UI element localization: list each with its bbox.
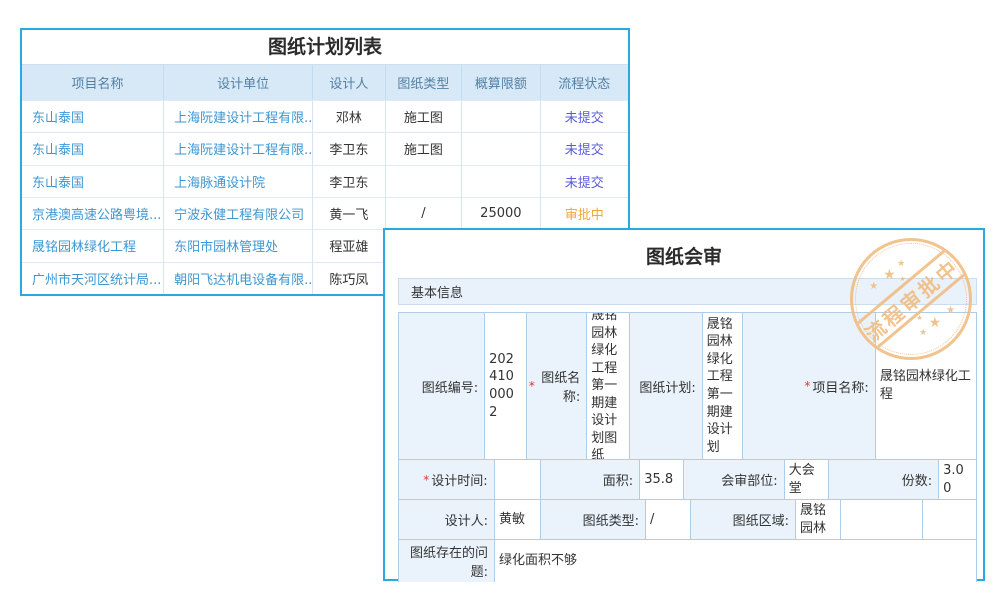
plan-designer-cell: 李卫东 (313, 133, 386, 164)
plan-drawing-type-cell: 施工图 (386, 101, 462, 132)
plan-budget-cell: 25000 (462, 198, 540, 229)
plan-org-link[interactable]: 上海阮建设计工程有限... (164, 133, 313, 164)
drawing-region-label: 图纸区域: (691, 500, 796, 540)
drawing-type-label: 图纸类型: (541, 500, 646, 540)
form-row: *设计时间: 面积: 35.8 会审部位: 大会堂 份数: 3.00 (399, 460, 976, 500)
copies-label: 份数: (829, 460, 940, 500)
plan-project-link[interactable]: 广州市天河区统计局... (22, 263, 164, 294)
plan-budget-cell (462, 166, 540, 197)
drawing-no-label: 图纸编号: (399, 313, 485, 460)
col-header-project: 项目名称 (22, 65, 164, 100)
table-row: 东山泰国 上海阮建设计工程有限... 邓林 施工图 未提交 (22, 100, 628, 132)
plan-project-link[interactable]: 晟铭园林绿化工程 (22, 230, 164, 261)
plan-project-link[interactable]: 东山泰国 (22, 133, 164, 164)
col-header-design-org: 设计单位 (164, 65, 313, 100)
plan-drawing-type-cell (386, 166, 462, 197)
plan-project-link[interactable]: 京港澳高速公路粤境... (22, 198, 164, 229)
project-name-value: 晟铭园林绿化工程 (876, 313, 976, 460)
plan-designer-cell: 李卫东 (313, 166, 386, 197)
design-time-label: *设计时间: (399, 460, 495, 500)
area-value: 35.8 (640, 460, 684, 500)
plan-status-link[interactable]: 未提交 (541, 166, 628, 197)
col-header-budget-limit: 概算限额 (462, 65, 540, 100)
plan-org-link[interactable]: 上海阮建设计工程有限... (164, 101, 313, 132)
review-title: 图纸会审 (385, 242, 983, 269)
plan-org-link[interactable]: 上海脉通设计院 (164, 166, 313, 197)
review-form-table: 图纸编号: 2024100002 *图纸名称: 晟铭园林绿化工程第一期建设计划图… (398, 312, 977, 582)
drawing-plan-label: 图纸计划: (630, 313, 703, 460)
project-name-label: *项目名称: (743, 313, 876, 460)
plan-status-link[interactable]: 未提交 (541, 101, 628, 132)
designer-label: 设计人: (399, 500, 495, 540)
col-header-flow-status: 流程状态 (541, 65, 628, 100)
plan-org-link[interactable]: 朝阳飞达机电设备有限... (164, 263, 313, 294)
plan-budget-cell (462, 101, 540, 132)
drawing-review-panel: 图纸会审 基本信息 图纸编号: 2024100002 *图纸名称: 晟铭园林绿化… (383, 228, 985, 581)
plan-project-link[interactable]: 东山泰国 (22, 166, 164, 197)
empty-cell (841, 500, 923, 540)
drawing-name-value: 晟铭园林绿化工程第一期建设计划图纸 (587, 313, 630, 460)
table-row: 东山泰国 上海阮建设计工程有限... 李卫东 施工图 未提交 (22, 132, 628, 164)
plan-table-header: 项目名称 设计单位 设计人 图纸类型 概算限额 流程状态 (22, 64, 628, 100)
basic-info-section-header: 基本信息 (398, 278, 977, 305)
plan-org-link[interactable]: 东阳市园林管理处 (164, 230, 313, 261)
plan-designer-cell: 黄一飞 (313, 198, 386, 229)
drawing-region-value: 晟铭园林 (796, 500, 841, 540)
table-row: 京港澳高速公路粤境... 宁波永健工程有限公司 黄一飞 / 25000 审批中 (22, 197, 628, 229)
table-row: 东山泰国 上海脉通设计院 李卫东 未提交 (22, 165, 628, 197)
copies-value: 3.00 (939, 460, 976, 500)
form-row: 图纸存在的问题: 绿化面积不够 (399, 540, 976, 582)
area-label: 面积: (541, 460, 641, 500)
drawing-name-label: *图纸名称: (527, 313, 587, 460)
plan-org-link[interactable]: 宁波永健工程有限公司 (164, 198, 313, 229)
problem-value: 绿化面积不够 (495, 540, 976, 582)
form-row: 设计人: 黄敏 图纸类型: / 图纸区域: 晟铭园林 (399, 500, 976, 540)
plan-status-link[interactable]: 审批中 (541, 198, 628, 229)
drawing-type-value: / (646, 500, 691, 540)
plan-designer-cell: 程亚雄 (313, 230, 386, 261)
plan-project-link[interactable]: 东山泰国 (22, 101, 164, 132)
plan-drawing-type-cell: 施工图 (386, 133, 462, 164)
col-header-drawing-type: 图纸类型 (386, 65, 462, 100)
required-asterisk: * (529, 379, 535, 393)
form-row: 图纸编号: 2024100002 *图纸名称: 晟铭园林绿化工程第一期建设计划图… (399, 313, 976, 460)
problem-label: 图纸存在的问题: (399, 540, 495, 582)
empty-cell (923, 500, 976, 540)
drawing-plan-value: 晟铭园林绿化工程第一期建设计划 (703, 313, 743, 460)
plan-designer-cell: 陈巧凤 (313, 263, 386, 294)
designer-value: 黄敏 (495, 500, 541, 540)
plan-list-title: 图纸计划列表 (22, 30, 628, 64)
plan-budget-cell (462, 133, 540, 164)
plan-designer-cell: 邓林 (313, 101, 386, 132)
plan-status-link[interactable]: 未提交 (541, 133, 628, 164)
review-part-label: 会审部位: (684, 460, 785, 500)
required-asterisk: * (423, 473, 429, 487)
design-time-value (495, 460, 541, 500)
required-asterisk: * (804, 379, 810, 393)
review-part-value: 大会堂 (785, 460, 829, 500)
drawing-no-value: 2024100002 (485, 313, 527, 460)
plan-drawing-type-cell: / (386, 198, 462, 229)
col-header-designer: 设计人 (313, 65, 386, 100)
